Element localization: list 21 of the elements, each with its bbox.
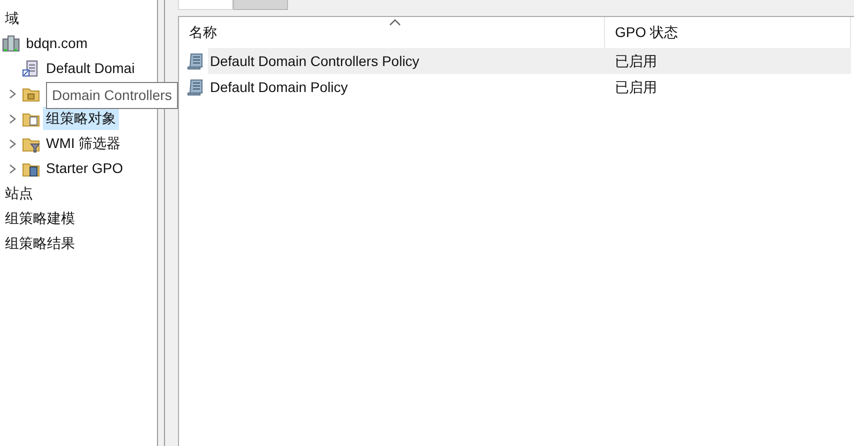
sort-ascending-icon xyxy=(389,19,401,26)
tree-item[interactable]: WMI 筛选器 xyxy=(43,132,124,155)
tab[interactable] xyxy=(233,0,288,10)
scroll-icon xyxy=(187,78,205,96)
table-cell-text: 已启用 xyxy=(614,78,658,96)
table-cell: 已启用 xyxy=(605,48,851,74)
document-icon xyxy=(22,60,40,78)
tab[interactable] xyxy=(178,0,233,10)
tree-item[interactable]: 组策略建模 xyxy=(2,207,78,230)
tree-item[interactable]: 域 xyxy=(2,7,22,30)
server-icon xyxy=(2,34,20,52)
tree-item[interactable]: 组策略结果 xyxy=(2,232,78,255)
tree-item[interactable]: Starter GPO xyxy=(43,157,126,180)
tree-item[interactable]: 站点 xyxy=(2,182,36,205)
tree-item[interactable]: Default Domai xyxy=(43,57,138,80)
tree-item[interactable]: bdqn.com xyxy=(23,32,90,55)
table-cell: Default Domain Controllers Policy xyxy=(208,48,605,74)
table-cell-text: Default Domain Policy xyxy=(209,78,349,97)
tree-item[interactable]: 组策略对象 xyxy=(43,107,119,130)
tooltip: Domain Controllers xyxy=(46,82,178,109)
scroll-icon xyxy=(187,52,205,70)
